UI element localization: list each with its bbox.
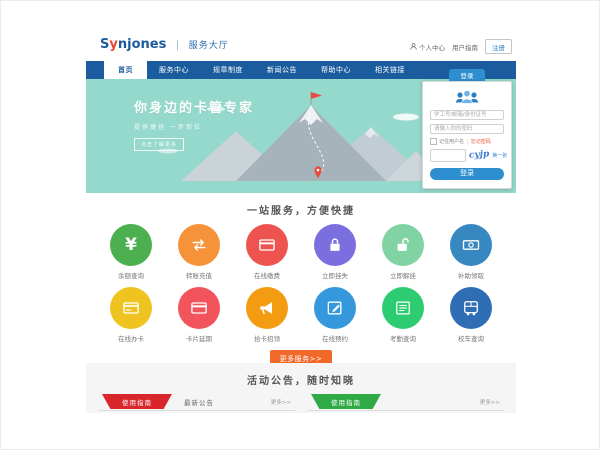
service-item-card-extension[interactable]: 卡片延期 — [170, 287, 228, 343]
banknote-icon — [461, 235, 481, 255]
logo[interactable]: Synjones | 服务大厅 — [100, 37, 229, 52]
lock-icon — [325, 235, 345, 255]
unlock-icon — [393, 235, 413, 255]
service-item-attendance[interactable]: 考勤查询 — [374, 287, 432, 343]
login-submit-button[interactable]: 登录 — [430, 168, 504, 180]
captcha-refresh-link[interactable]: 换一张 — [492, 152, 507, 159]
forgot-password-link[interactable]: 忘记密码 — [471, 138, 491, 145]
service-item-report-loss[interactable]: 立即挂失 — [306, 224, 364, 280]
list-icon — [393, 298, 413, 318]
hero-text-block: 你身边的卡管专家 提供捷径 一步到位 点击了解更多 — [134, 97, 254, 151]
transfer-icon — [189, 235, 209, 255]
hero-banner: 你身边的卡管专家 提供捷径 一步到位 点击了解更多 登录 记住用户名 — [86, 79, 516, 193]
password-input[interactable] — [430, 124, 504, 134]
hero-subtitle: 提供捷径 一步到位 — [134, 122, 254, 131]
more-link-left[interactable]: 更多>> — [271, 398, 291, 406]
announcements-section: 活动公告，随时知晓 使用指南 最新公告 更多>> 使用指南 更多>> — [86, 363, 516, 413]
header-links: 个人中心 用户指南 注册 — [410, 39, 512, 54]
login-tab[interactable]: 登录 — [449, 69, 485, 81]
users-group-icon — [450, 88, 484, 106]
service-item-cancel-loss[interactable]: 立即解挂 — [374, 224, 432, 280]
services-row-1: ¥ 余额查询 转账充值 在线缴费 立即挂失 — [86, 224, 516, 280]
nav-item-home[interactable]: 首页 — [104, 61, 147, 79]
portal-page: Synjones | 服务大厅 个人中心 用户指南 注册 首页 服务中心 规章制… — [86, 31, 516, 413]
services-row-2: 在线办卡 卡片延期 拾卡招领 在线预约 — [86, 287, 516, 343]
service-item-balance[interactable]: ¥ 余额查询 — [102, 224, 160, 280]
username-input[interactable] — [430, 110, 504, 120]
service-item-school-bus[interactable]: 校车查询 — [442, 287, 500, 343]
usage-guide-tab-left[interactable]: 使用指南 — [102, 394, 172, 409]
announcement-left-column: 使用指南 最新公告 更多>> — [98, 393, 295, 411]
more-link-right[interactable]: 更多>> — [480, 398, 500, 406]
nav-item-help[interactable]: 帮助中心 — [309, 61, 363, 79]
announcements-title: 活动公告，随时知晓 — [86, 363, 516, 387]
nav-item-service-center[interactable]: 服务中心 — [147, 61, 201, 79]
captcha-image[interactable]: cyjp — [469, 149, 490, 160]
nav-item-rules[interactable]: 规章制度 — [201, 61, 255, 79]
bank-card-icon — [257, 235, 277, 255]
personal-center-label: 个人中心 — [419, 42, 445, 52]
megaphone-icon — [257, 298, 277, 318]
logo-divider: | — [176, 40, 179, 51]
person-icon — [410, 43, 417, 50]
header: Synjones | 服务大厅 个人中心 用户指南 注册 — [86, 31, 516, 61]
service-item-online-payment[interactable]: 在线缴费 — [238, 224, 296, 280]
yen-icon: ¥ — [125, 237, 137, 254]
login-form: 记住用户名 | 忘记密码 cyjp 换一张 登录 — [422, 81, 512, 189]
nav-item-news[interactable]: 新闻公告 — [255, 61, 309, 79]
logo-text-rest: njones — [118, 37, 166, 52]
user-guide-link[interactable]: 用户指南 — [452, 42, 478, 52]
announcement-tab-bars: 使用指南 最新公告 更多>> 使用指南 更多>> — [86, 393, 516, 411]
remember-label: 记住用户名 — [439, 138, 464, 145]
login-panel: 登录 记住用户名 | 忘记密码 cyjp — [422, 69, 512, 189]
hero-title: 你身边的卡管专家 — [134, 97, 254, 116]
remember-checkbox[interactable] — [430, 138, 437, 145]
bus-icon — [461, 298, 481, 318]
edit-icon — [325, 298, 345, 318]
service-item-online-booking[interactable]: 在线预约 — [306, 287, 364, 343]
user-guide-label: 用户指南 — [452, 42, 478, 52]
card-icon — [121, 298, 141, 318]
separator: | — [467, 139, 469, 145]
card-icon — [189, 298, 209, 318]
page-canvas: Synjones | 服务大厅 个人中心 用户指南 注册 首页 服务中心 规章制… — [0, 0, 600, 450]
site-name: 服务大厅 — [189, 41, 229, 51]
announcement-right-column: 使用指南 更多>> — [307, 393, 504, 411]
services-title: 一站服务，方便快捷 — [86, 193, 516, 217]
latest-news-tab[interactable]: 最新公告 — [184, 397, 214, 407]
logo-accent: y — [109, 37, 117, 52]
service-item-found-card[interactable]: 拾卡招领 — [238, 287, 296, 343]
register-button[interactable]: 注册 — [485, 39, 512, 54]
hero-cta-button[interactable]: 点击了解更多 — [134, 138, 184, 151]
services-section: 一站服务，方便快捷 ¥ 余额查询 转账充值 在线缴费 — [86, 193, 516, 363]
personal-center-link[interactable]: 个人中心 — [410, 42, 445, 52]
logo-text: S — [100, 37, 109, 52]
nav-item-links[interactable]: 相关链接 — [363, 61, 417, 79]
captcha-row: cyjp 换一张 — [430, 149, 504, 162]
service-item-apply-card[interactable]: 在线办卡 — [102, 287, 160, 343]
service-item-transfer[interactable]: 转账充值 — [170, 224, 228, 280]
remember-row: 记住用户名 | 忘记密码 — [430, 138, 504, 145]
service-item-subsidy[interactable]: 补助领取 — [442, 224, 500, 280]
captcha-input[interactable] — [430, 149, 466, 162]
usage-guide-tab-right[interactable]: 使用指南 — [311, 394, 381, 409]
